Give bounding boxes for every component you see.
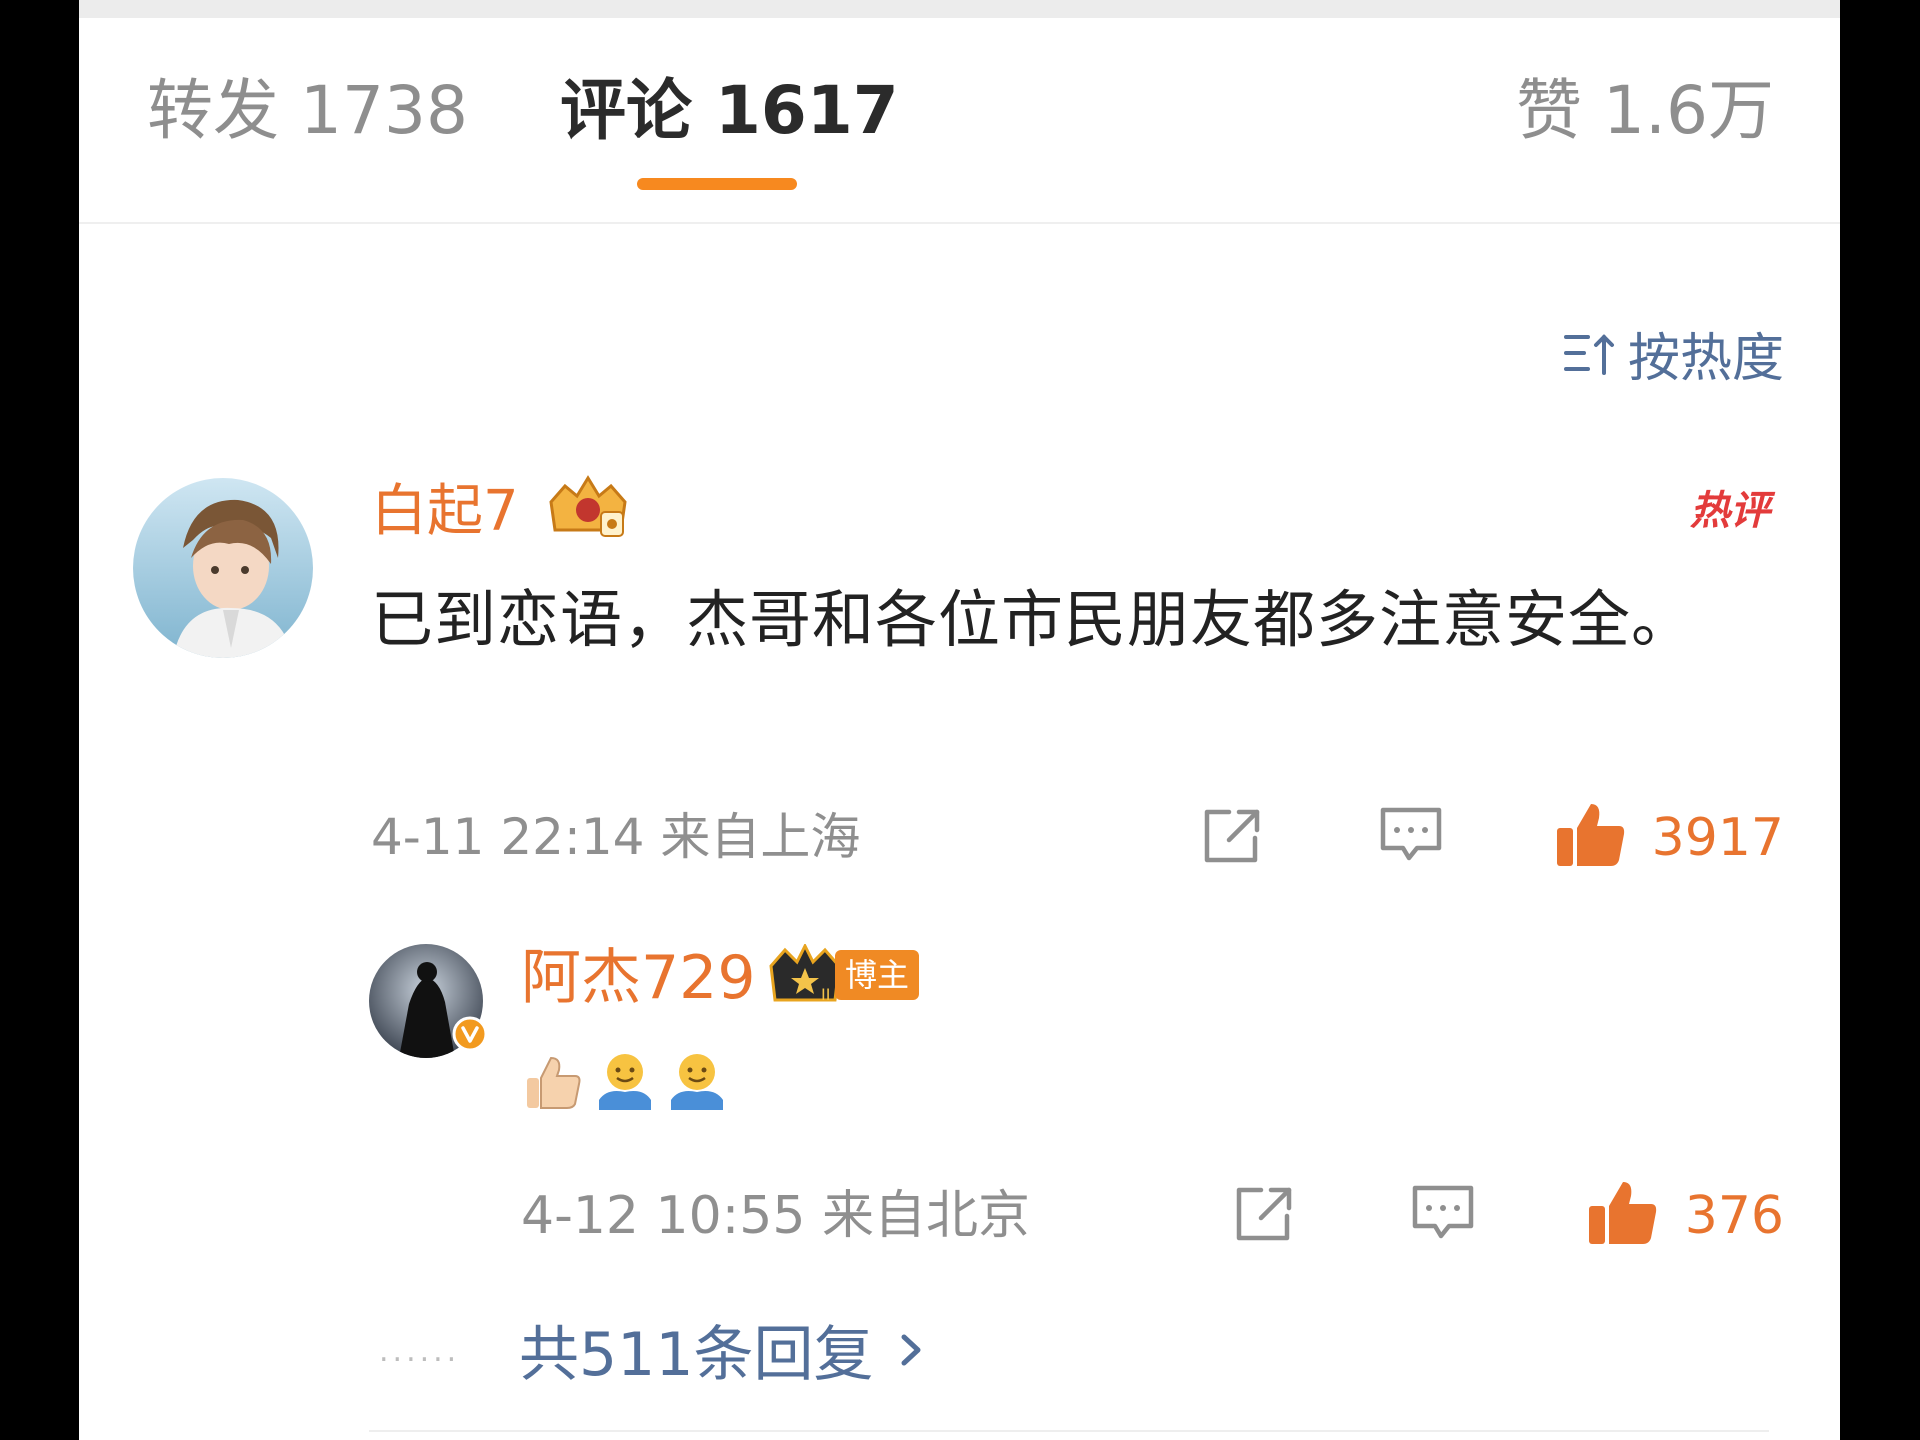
hug-emoji-icon-2 <box>665 1050 729 1118</box>
top-strip <box>79 0 1840 18</box>
tab-comments[interactable]: 评论 1617 <box>560 78 899 144</box>
comments-panel: 转发 1738 评论 1617 赞 1.6万 按热度 白起7 热评 已到恋语，杰… <box>79 0 1840 1440</box>
more-replies-link[interactable]: 共511条回复 <box>519 1306 932 1393</box>
comment-username[interactable]: 白起7 <box>371 484 519 540</box>
sort-icon <box>1563 333 1614 375</box>
hug-emoji-icon <box>593 1050 657 1118</box>
chevron-right-icon <box>901 1334 921 1365</box>
share-icon <box>1236 1187 1292 1241</box>
share-icon <box>1204 809 1260 863</box>
thumbs-up-icon <box>1557 804 1625 866</box>
comment-text: 已到恋语，杰哥和各位市民朋友都多注意安全。 <box>371 583 1695 656</box>
more-replies-label: 共511条回复 <box>519 1320 874 1390</box>
reply-like-button[interactable] <box>1585 1176 1661 1252</box>
sort-button[interactable]: 按热度 <box>1562 316 1784 391</box>
reply-meta: 4-12 10:55 来自北京 <box>521 1190 1030 1242</box>
comment-icon <box>1380 807 1442 861</box>
hot-comment-tag: 热评 <box>1690 488 1770 534</box>
verified-badge-icon <box>452 1016 488 1056</box>
comment-like-count: 3917 <box>1651 808 1784 868</box>
active-tab-indicator <box>637 178 797 190</box>
tab-likes[interactable]: 赞 1.6万 <box>1516 78 1774 144</box>
comment-time: 4-11 22:14 <box>371 808 645 866</box>
vip-crown-icon: II <box>765 942 845 1010</box>
share-button[interactable] <box>1199 804 1265 872</box>
comment-meta: 4-11 22:14 来自上海 <box>371 812 860 862</box>
crown-badge-icon <box>543 472 633 548</box>
divider <box>369 1430 1769 1432</box>
reply-button[interactable] <box>1377 804 1445 872</box>
reply-like-count: 376 <box>1684 1186 1784 1246</box>
blogger-badge: 博主 <box>835 950 919 1000</box>
comment-location: 来自上海 <box>660 808 861 866</box>
anime-avatar-image <box>133 478 313 658</box>
reply-comment-button[interactable] <box>1409 1182 1477 1250</box>
reply-share-button[interactable] <box>1231 1182 1297 1250</box>
svg-text:II: II <box>821 985 830 1004</box>
reply-location: 来自北京 <box>821 1186 1030 1246</box>
reply-username[interactable]: 阿杰729 <box>521 948 756 1008</box>
tab-bar: 转发 1738 评论 1617 赞 1.6万 <box>79 18 1840 224</box>
reply-dots: ...... <box>379 1334 461 1369</box>
thumbs-up-emoji-icon <box>521 1050 585 1118</box>
thumbs-up-icon <box>1589 1182 1657 1244</box>
sort-label: 按热度 <box>1627 329 1784 389</box>
reply-time: 4-12 10:55 <box>521 1186 806 1246</box>
comment-icon <box>1412 1185 1474 1239</box>
avatar[interactable] <box>133 478 313 658</box>
like-button[interactable] <box>1553 798 1629 874</box>
tab-repost[interactable]: 转发 1738 <box>147 78 468 144</box>
